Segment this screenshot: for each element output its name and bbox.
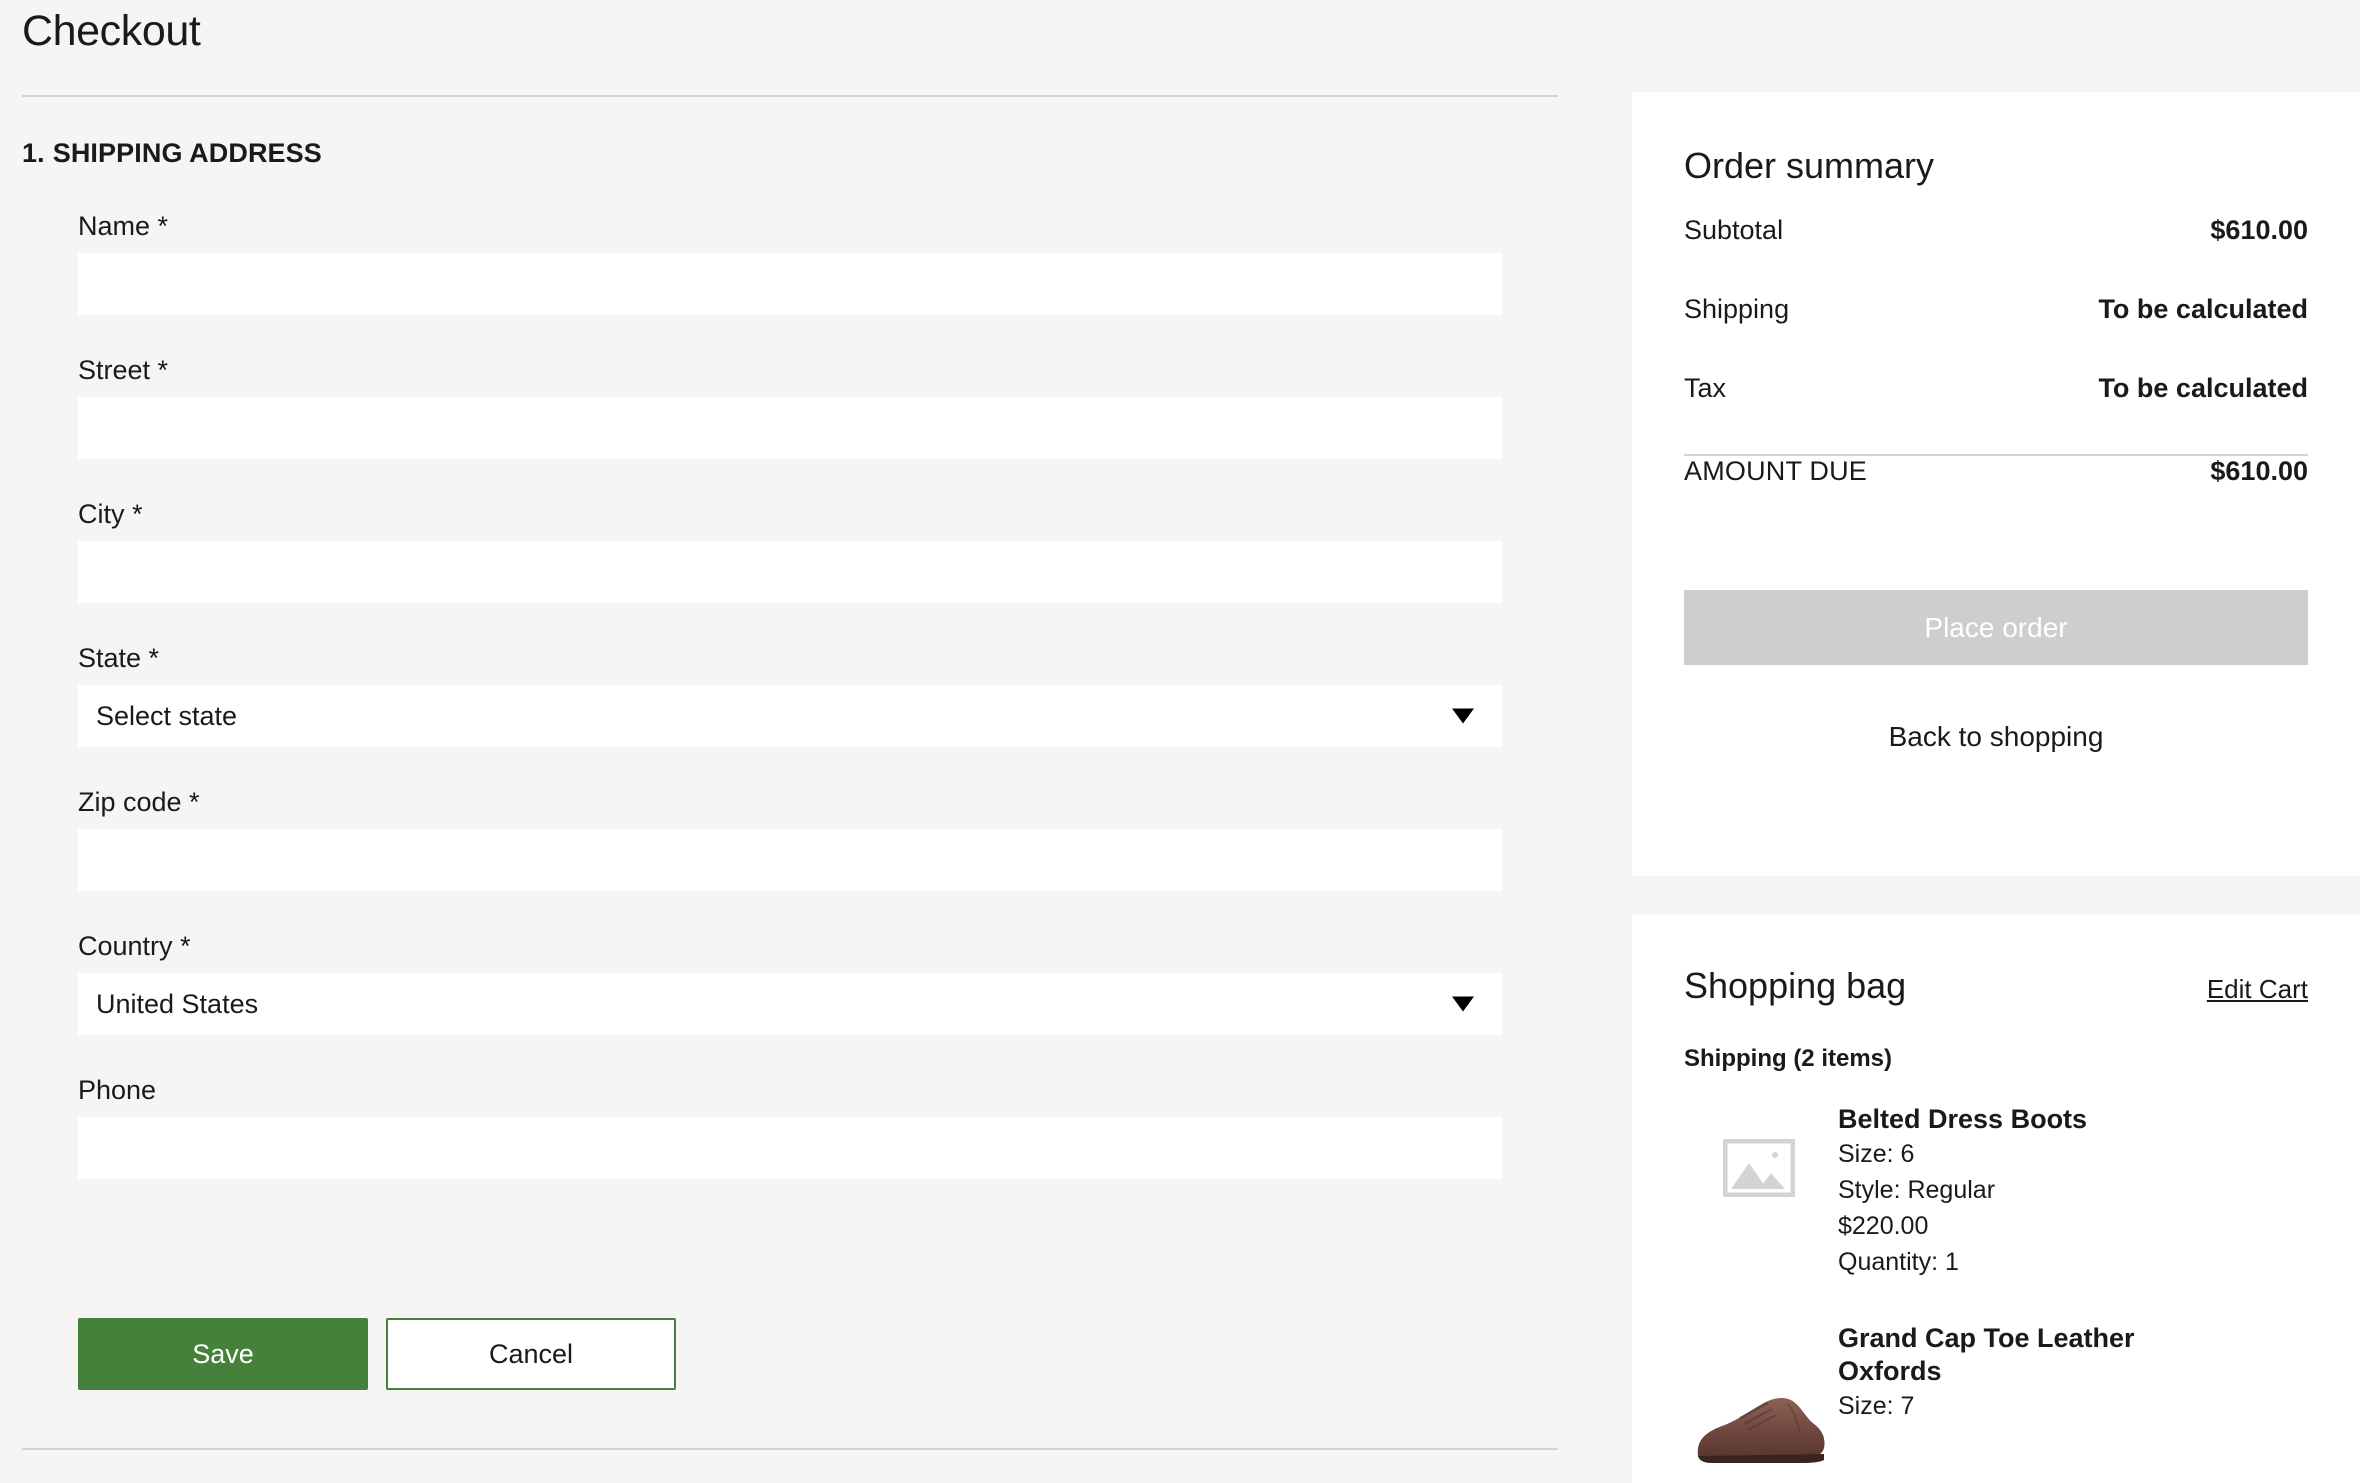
field-country: Country * United States [78,925,1502,1035]
section-label: SHIPPING ADDRESS [52,138,322,168]
summary-row: Tax To be calculated [1684,373,2308,452]
shipping-address-form: Name * Street * City * State * Select st… [78,205,1502,1213]
shipping-value: To be calculated [2098,294,2308,325]
list-item[interactable]: Grand Cap Toe Leather Oxfords Size: 7 [1684,1322,2308,1466]
item-style: Style: Regular [1838,1175,1996,1204]
section-number: 1. [22,138,45,168]
phone-input[interactable] [78,1117,1502,1179]
list-item[interactable]: Belted Dress Boots Size: 6 Style: Regula… [1684,1103,2308,1280]
checkout-sidebar: Order summary Subtotal $610.00 Shipping … [1632,0,2360,1483]
item-details: Belted Dress Boots Size: 6 Style: Regula… [1834,1103,2087,1280]
zip-label: Zip code * [78,787,200,817]
page-title: Checkout [22,7,201,55]
order-summary-panel: Order summary Subtotal $610.00 Shipping … [1632,92,2360,876]
item-price: $220.00 [1838,1211,1929,1240]
city-input[interactable] [78,541,1502,603]
shipping-items-count: Shipping (2 items) [1684,1045,1893,1072]
amount-due-label: AMOUNT DUE [1684,456,1868,487]
item-details: Grand Cap Toe Leather Oxfords Size: 7 [1834,1322,2208,1466]
name-label: Name * [78,211,169,241]
item-thumbnail [1684,1322,1834,1466]
title-divider [22,95,1558,97]
item-name: Grand Cap Toe Leather Oxfords [1838,1322,2135,1386]
country-label: Country * [78,931,191,961]
item-name: Belted Dress Boots [1838,1104,2088,1134]
state-select-value: Select state [78,685,1502,747]
zip-input[interactable] [78,829,1502,891]
image-placeholder-icon [1723,1139,1795,1197]
field-phone: Phone [78,1069,1502,1179]
shopping-bag-title: Shopping bag [1684,965,1907,1006]
shipping-address-heading: 1. SHIPPING ADDRESS [22,138,322,169]
form-actions: Save Cancel [78,1318,676,1390]
summary-row: Subtotal $610.00 [1684,215,2308,294]
street-label: Street * [78,355,169,385]
section-bottom-divider [22,1448,1558,1450]
subtotal-label: Subtotal [1684,215,1784,246]
field-street: Street * [78,349,1502,459]
shipping-label: Shipping [1684,294,1790,325]
field-name: Name * [78,205,1502,315]
country-select[interactable]: United States [78,973,1502,1035]
state-label: State * [78,643,160,673]
tax-value: To be calculated [2098,373,2308,404]
item-quantity: Quantity: 1 [1838,1247,1959,1276]
field-state: State * Select state [78,637,1502,747]
name-input[interactable] [78,253,1502,315]
item-size: Size: 7 [1838,1391,1915,1420]
shopping-bag-header: Shopping bag Edit Cart [1684,915,2308,1007]
item-thumbnail [1684,1103,1834,1280]
cancel-button[interactable]: Cancel [386,1318,676,1390]
order-summary-rows: Subtotal $610.00 Shipping To be calculat… [1684,215,2308,452]
country-select-value: United States [78,973,1502,1035]
phone-label: Phone [78,1075,157,1105]
shopping-bag-panel: Shopping bag Edit Cart Shipping (2 items… [1632,915,2360,1483]
back-to-shopping-link[interactable]: Back to shopping [1684,721,2308,753]
summary-row: Shipping To be calculated [1684,294,2308,373]
chevron-down-icon [1452,996,1474,1012]
place-order-button[interactable]: Place order [1684,590,2308,666]
field-zip: Zip code * [78,781,1502,891]
amount-due-row: AMOUNT DUE $610.00 [1684,456,2308,532]
save-button[interactable]: Save [78,1318,368,1390]
street-input[interactable] [78,397,1502,459]
field-city: City * [78,493,1502,603]
chevron-down-icon [1452,708,1474,724]
tax-label: Tax [1684,373,1727,404]
city-label: City * [78,499,143,529]
amount-due-value: $610.00 [2210,456,2308,487]
item-size: Size: 6 [1838,1139,1915,1168]
edit-cart-link[interactable]: Edit Cart [2207,974,2308,1005]
subtotal-value: $610.00 [2210,215,2308,246]
shoe-photo-icon [1697,1397,1825,1463]
checkout-page: Checkout 1. SHIPPING ADDRESS Name * Stree… [0,0,2360,1483]
checkout-main-column: Checkout 1. SHIPPING ADDRESS Name * Stree… [0,0,1600,1483]
order-summary-title: Order summary [1684,145,1935,186]
state-select[interactable]: Select state [78,685,1502,747]
